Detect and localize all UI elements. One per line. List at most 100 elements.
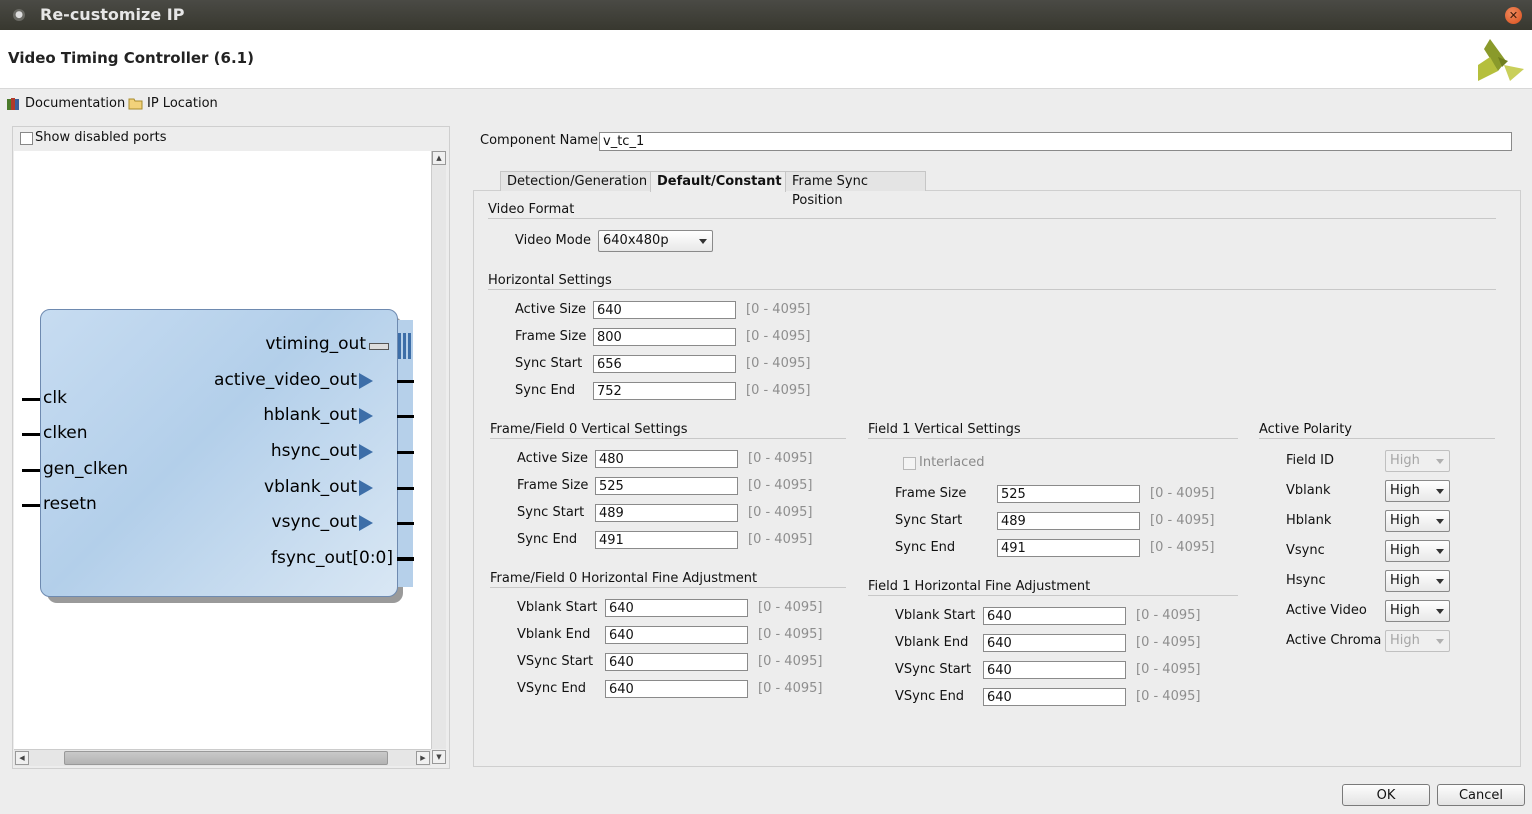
vsync-polarity-label: Vsync	[1286, 543, 1325, 558]
cancel-button[interactable]: Cancel	[1437, 784, 1525, 806]
h-active-size-input[interactable]: 640	[593, 301, 736, 319]
hblank-polarity-select[interactable]: High	[1385, 510, 1450, 532]
chevron-down-icon	[1436, 609, 1444, 614]
vblank-polarity-select[interactable]: High	[1385, 480, 1450, 502]
vertical-scrollbar[interactable]: ▲	[431, 151, 446, 749]
horizontal-scrollbar[interactable]: ◀ ▶	[14, 749, 431, 766]
video-mode-label: Video Mode	[515, 233, 591, 248]
input-port-clken[interactable]: clken	[43, 423, 88, 443]
h-sync-start-input[interactable]: 656	[593, 355, 736, 373]
v1-frame-size-range: [0 - 4095]	[1150, 486, 1215, 501]
port-wire	[22, 469, 40, 472]
v0-sync-end-label: Sync End	[517, 532, 578, 547]
v0-sync-end-input[interactable]: 491	[595, 531, 738, 549]
f1-vsync-start-range: [0 - 4095]	[1136, 662, 1201, 677]
output-port-vblank-out[interactable]: vblank_out	[264, 477, 357, 497]
field-id-value: High	[1390, 453, 1420, 468]
interlaced-checkbox[interactable]	[903, 457, 916, 470]
active-video-polarity-value: High	[1390, 603, 1420, 618]
port-wire	[397, 451, 414, 454]
v0-active-size-range: [0 - 4095]	[748, 451, 813, 466]
video-mode-select[interactable]: 640x480p	[598, 230, 713, 252]
divider	[488, 218, 1496, 219]
hblank-polarity-label: Hblank	[1286, 513, 1332, 528]
field-id-select: High	[1385, 450, 1450, 472]
f1-vsync-end-range: [0 - 4095]	[1136, 689, 1201, 704]
f1-vsync-start-input[interactable]: 640	[983, 661, 1126, 679]
output-port-active-video-out[interactable]: active_video_out	[214, 370, 357, 390]
f1-vblank-end-input[interactable]: 640	[983, 634, 1126, 652]
v0-sync-start-input[interactable]: 489	[595, 504, 738, 522]
f0-vsync-end-range: [0 - 4095]	[758, 681, 823, 696]
output-port-vsync-out[interactable]: vsync_out	[272, 512, 357, 532]
tab-frame-sync-position[interactable]: Frame Sync Position	[785, 171, 926, 208]
book-icon	[7, 97, 19, 110]
f0-vblank-end-input[interactable]: 640	[605, 626, 748, 644]
h-frame-size-range: [0 - 4095]	[746, 329, 811, 344]
f1-vsync-end-label: VSync End	[895, 689, 965, 704]
chevron-down-icon	[699, 239, 707, 244]
scroll-left-icon[interactable]: ◀	[15, 751, 29, 765]
interlaced-label: Interlaced	[919, 455, 985, 470]
f1-vblank-end-label: Vblank End	[895, 635, 969, 650]
component-name-label: Component Name	[480, 133, 598, 148]
output-port-fsync-out[interactable]: fsync_out[0:0]	[271, 548, 393, 568]
port-wire	[22, 433, 40, 436]
v0-active-size-input[interactable]: 480	[595, 450, 738, 468]
divider	[868, 438, 1238, 439]
divider	[490, 587, 846, 588]
scroll-down-icon[interactable]: ▼	[432, 750, 446, 764]
vblank-polarity-label: Vblank	[1286, 483, 1331, 498]
ok-button[interactable]: OK	[1342, 784, 1430, 806]
documentation-button[interactable]: Documentation	[6, 94, 125, 112]
scroll-right-icon[interactable]: ▶	[416, 751, 430, 765]
field-id-label: Field ID	[1286, 453, 1334, 468]
vsync-polarity-select[interactable]: High	[1385, 540, 1450, 562]
v1-sync-start-input[interactable]: 489	[997, 512, 1140, 530]
horizontal-scroll-thumb[interactable]	[64, 751, 388, 765]
input-port-gen-clken[interactable]: gen_clken	[43, 459, 128, 479]
v1-sync-end-range: [0 - 4095]	[1150, 540, 1215, 555]
f0-vertical-title: Frame/Field 0 Vertical Settings	[490, 422, 688, 437]
output-arrow-icon	[359, 373, 373, 389]
scroll-up-icon[interactable]: ▲	[432, 151, 446, 165]
show-disabled-ports-checkbox[interactable]	[20, 132, 33, 145]
input-port-clk[interactable]: clk	[43, 388, 67, 408]
v1-sync-end-label: Sync End	[895, 540, 956, 555]
f0-vsync-start-input[interactable]: 640	[605, 653, 748, 671]
output-port-vtiming-out[interactable]: vtiming_out	[265, 334, 366, 354]
component-name-input[interactable]: v_tc_1	[599, 132, 1512, 151]
divider	[490, 438, 846, 439]
hsync-polarity-select[interactable]: High	[1385, 570, 1450, 592]
chevron-down-icon	[1436, 459, 1444, 464]
chevron-down-icon	[1436, 489, 1444, 494]
window-menu-icon[interactable]: ●	[13, 9, 25, 21]
v1-frame-size-input[interactable]: 525	[997, 485, 1140, 503]
output-port-hblank-out[interactable]: hblank_out	[263, 405, 357, 425]
f1-vertical-title: Field 1 Vertical Settings	[868, 422, 1021, 437]
h-frame-size-label: Frame Size	[515, 329, 587, 344]
output-port-hsync-out[interactable]: hsync_out	[271, 441, 357, 461]
active-video-polarity-select[interactable]: High	[1385, 600, 1450, 622]
input-port-resetn[interactable]: resetn	[43, 494, 97, 514]
vblank-polarity-value: High	[1390, 483, 1420, 498]
close-icon[interactable]: ✕	[1505, 7, 1522, 24]
f0-vsync-end-input[interactable]: 640	[605, 680, 748, 698]
tab-default-constant[interactable]: Default/Constant	[650, 171, 786, 192]
ip-location-button[interactable]: IP Location	[128, 94, 218, 112]
active-chroma-polarity-select: High	[1385, 630, 1450, 652]
v1-sync-end-input[interactable]: 491	[997, 539, 1140, 557]
h-sync-end-input[interactable]: 752	[593, 382, 736, 400]
f0-vblank-start-input[interactable]: 640	[605, 599, 748, 617]
bus-port-icon	[369, 343, 389, 350]
tab-detection-generation[interactable]: Detection/Generation	[500, 171, 651, 191]
v0-frame-size-input[interactable]: 525	[595, 477, 738, 495]
h-frame-size-input[interactable]: 800	[593, 328, 736, 346]
f1-vsync-end-input[interactable]: 640	[983, 688, 1126, 706]
port-wire	[397, 522, 414, 525]
f1-vblank-start-input[interactable]: 640	[983, 607, 1126, 625]
output-arrow-icon	[359, 515, 373, 531]
divider	[1259, 438, 1495, 439]
chevron-down-icon	[1436, 579, 1444, 584]
active-chroma-polarity-label: Active Chroma	[1286, 633, 1382, 648]
